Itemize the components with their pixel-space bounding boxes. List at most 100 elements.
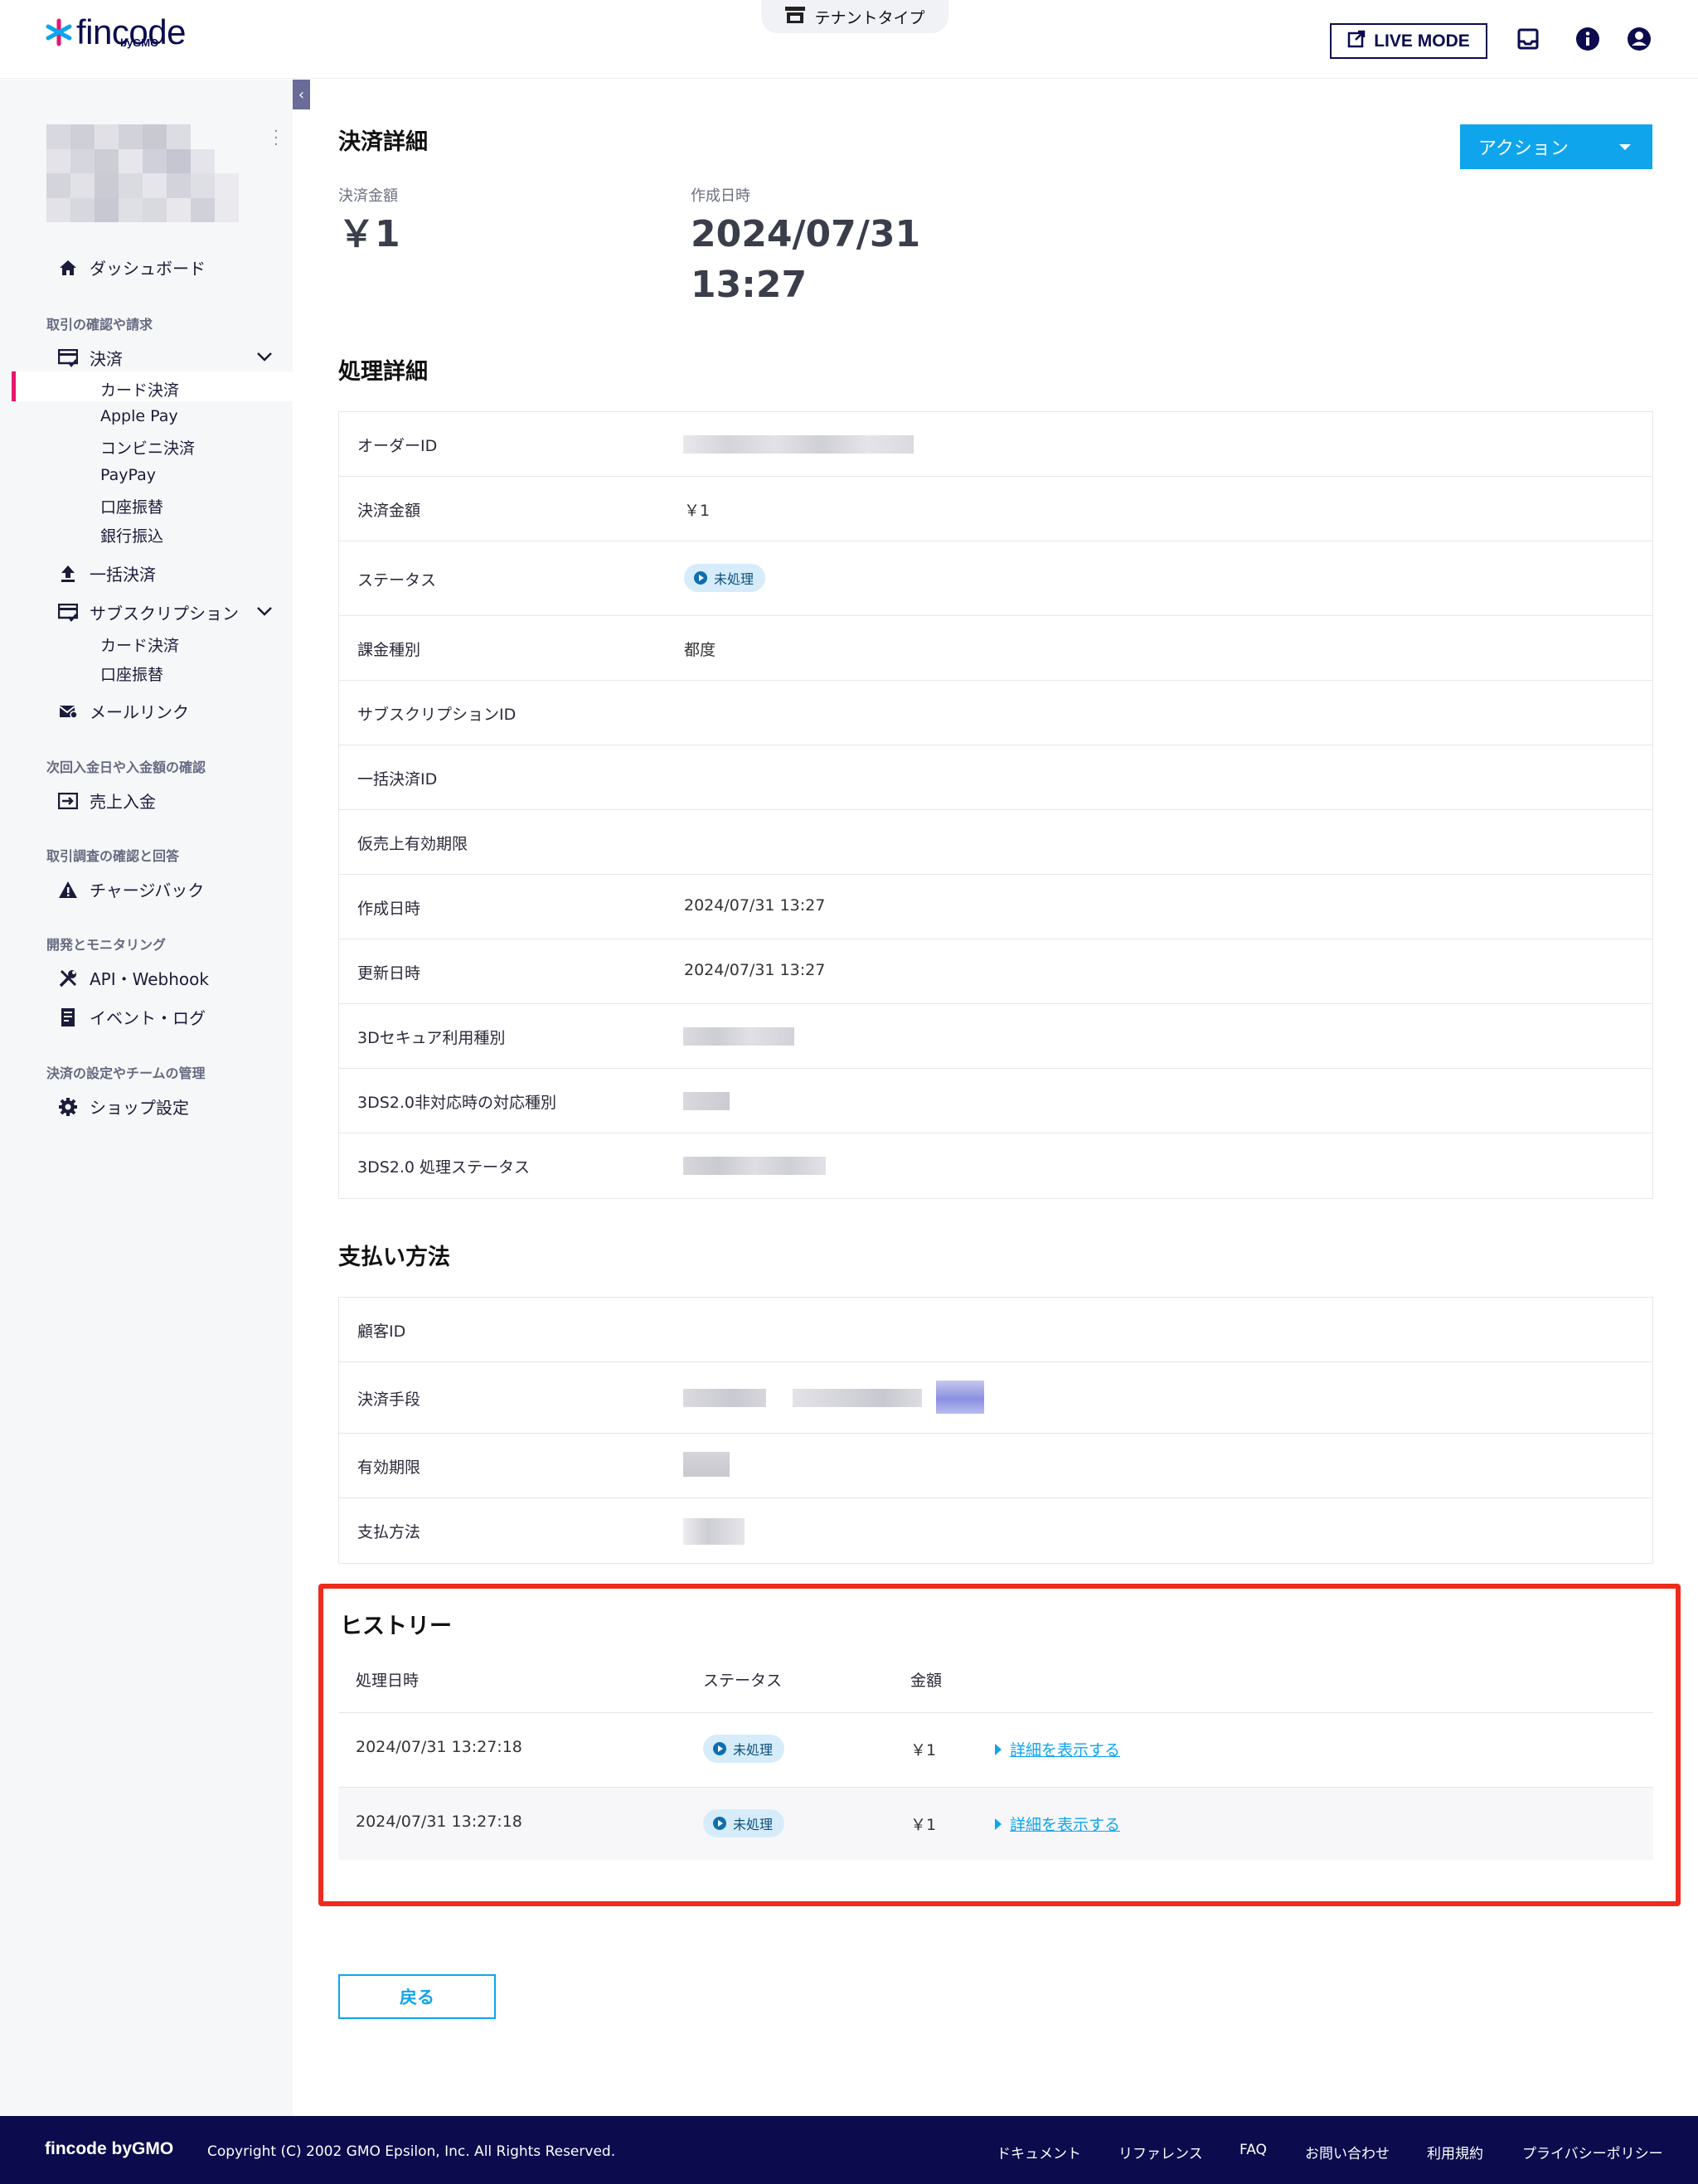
created-time: 13:27 xyxy=(691,264,808,306)
history-amount: ￥1 xyxy=(910,1816,937,1834)
sidebar-item-shop-settings[interactable]: ショップ設定 xyxy=(58,1094,189,1119)
table-row: 2024/07/31 13:27:18 未処理 ￥1 詳細を表示する xyxy=(338,1787,1653,1860)
table-row: オーダーID xyxy=(339,412,1652,477)
sidebar-collapse-button[interactable]: ‹ xyxy=(293,80,310,109)
tds-fallback-redacted xyxy=(683,1092,730,1110)
row-key: 決済手段 xyxy=(357,1390,421,1409)
sidebar-item-chargeback[interactable]: チャージバック xyxy=(58,877,204,901)
row-key: 更新日時 xyxy=(357,964,421,983)
show-detail-link[interactable]: 詳細を表示する xyxy=(995,1813,1120,1835)
processing-table: オーダーID 決済金額 ￥1 ステータス 未処理 課金種別 都度 サブスクリプシ… xyxy=(338,411,1653,1199)
card-number-redacted xyxy=(683,1389,766,1407)
row-value: 2024/07/31 13:27 xyxy=(684,961,826,979)
sidebar-item-api-webhook[interactable]: API・Webhook xyxy=(58,966,209,990)
sidebar-item-subscription[interactable]: サブスクリプション xyxy=(58,600,239,624)
external-link-icon xyxy=(1347,30,1366,53)
store-icon xyxy=(784,6,806,28)
sidebar-item-mail-link[interactable]: メールリンク xyxy=(58,699,189,723)
table-row: ステータス 未処理 xyxy=(339,541,1652,616)
expiry-redacted xyxy=(683,1452,730,1477)
sidebar-item-sales-deposit[interactable]: 売上入金 xyxy=(58,789,156,813)
mail-icon xyxy=(58,701,78,721)
history-col-date: 処理日時 xyxy=(356,1672,420,1690)
row-key: ステータス xyxy=(357,571,437,590)
footer-link-privacy[interactable]: プライバシーポリシー xyxy=(1522,2142,1663,2162)
sidebar-item-dashboard[interactable]: ダッシュボード xyxy=(58,255,206,279)
row-value: 都度 xyxy=(684,641,716,659)
show-detail-label: 詳細を表示する xyxy=(1010,1741,1121,1759)
active-item-marker xyxy=(12,371,16,401)
table-row: サブスクリプションID xyxy=(339,681,1652,745)
row-key: 3Dセキュア利用種別 xyxy=(357,1029,506,1047)
table-row: 決済金額 ￥1 xyxy=(339,477,1652,541)
sidebar-item-convenience[interactable]: コンビニ決済 xyxy=(100,436,195,459)
footer-link-docs[interactable]: ドキュメント xyxy=(997,2142,1081,2162)
method-redacted xyxy=(683,1518,745,1545)
sidebar-section-dispute: 取引調査の確認と回答 xyxy=(46,848,180,864)
footer-link-reference[interactable]: リファレンス xyxy=(1118,2142,1203,2162)
action-dropdown-button[interactable]: アクション xyxy=(1460,124,1652,169)
show-detail-link[interactable]: 詳細を表示する xyxy=(995,1738,1120,1760)
history-col-amount: 金額 xyxy=(910,1672,943,1690)
tds-status-redacted xyxy=(683,1157,826,1175)
chevron-down-icon[interactable] xyxy=(255,602,274,620)
show-detail-label: 詳細を表示する xyxy=(1010,1816,1121,1834)
order-id-redacted xyxy=(683,435,914,454)
status-text: 未処理 xyxy=(733,1742,774,1758)
sidebar-item-payments[interactable]: 決済 xyxy=(58,346,123,370)
payment-icon xyxy=(58,348,78,368)
upload-icon xyxy=(58,564,78,584)
sidebar-item-event-log[interactable]: イベント・ログ xyxy=(58,1005,206,1029)
sidebar-item-paypay[interactable]: PayPay xyxy=(100,466,156,484)
history-col-status: ステータス xyxy=(703,1672,783,1690)
tenant-type-pill[interactable]: テナントタイプ xyxy=(761,0,948,33)
amount-value: ￥1 xyxy=(338,213,400,255)
row-value: ￥1 xyxy=(684,502,711,520)
sidebar-item-bank-transfer[interactable]: 銀行振込 xyxy=(100,524,163,546)
live-mode-button[interactable]: LIVE MODE xyxy=(1330,23,1487,59)
sidebar-item-label: チャージバック xyxy=(90,881,205,900)
status-badge: 未処理 xyxy=(703,1735,785,1763)
sidebar-item-apple-pay[interactable]: Apple Pay xyxy=(100,407,178,425)
shop-menu-kebab-icon[interactable]: · · · xyxy=(274,124,279,153)
chevron-down-icon[interactable] xyxy=(255,347,274,366)
payment-method-table: 顧客ID 決済手段 有効期限 支払方法 xyxy=(338,1297,1653,1564)
sidebar-section-transactions: 取引の確認や請求 xyxy=(46,317,153,332)
logo-mark-icon xyxy=(45,18,73,46)
table-row: 支払方法 xyxy=(339,1498,1652,1563)
sidebar-item-bulk[interactable]: 一括決済 xyxy=(58,561,156,585)
info-icon[interactable] xyxy=(1574,25,1602,53)
sidebar-item-card-payment[interactable]: カード決済 xyxy=(100,378,179,400)
sidebar-item-sub-card[interactable]: カード決済 xyxy=(100,633,179,656)
created-date: 2024/07/31 xyxy=(691,213,921,255)
row-value: 2024/07/31 13:27 xyxy=(684,896,826,915)
processing-title: 処理詳細 xyxy=(338,359,428,385)
sidebar-item-sub-account-transfer[interactable]: 口座振替 xyxy=(100,662,163,685)
status-text: 未処理 xyxy=(733,1817,774,1832)
logo-sub: byGMO xyxy=(120,36,159,49)
status-badge: 未処理 xyxy=(703,1809,785,1837)
triangle-right-icon xyxy=(995,1743,1002,1755)
footer-link-faq[interactable]: FAQ xyxy=(1240,2142,1267,2158)
play-circle-icon xyxy=(694,571,707,585)
account-icon[interactable] xyxy=(1625,25,1653,53)
caret-down-icon xyxy=(1619,144,1631,150)
footer: fincode byGMO Copyright (C) 2002 GMO Eps… xyxy=(0,2116,1698,2184)
inbox-icon[interactable] xyxy=(1514,25,1542,53)
sidebar-item-label: 売上入金 xyxy=(90,792,156,812)
row-key: 決済金額 xyxy=(357,502,421,520)
row-key: 顧客ID xyxy=(357,1323,406,1341)
sidebar-item-account-transfer[interactable]: 口座振替 xyxy=(100,495,163,517)
live-mode-label: LIVE MODE xyxy=(1374,31,1470,51)
row-key: オーダーID xyxy=(357,437,438,455)
log-icon xyxy=(58,1007,78,1027)
footer-link-contact[interactable]: お問い合わせ xyxy=(1305,2142,1390,2162)
sidebar-section-deposit: 次回入金日や入金額の確認 xyxy=(46,760,206,775)
row-key: 3DS2.0 処理ステータス xyxy=(357,1158,531,1177)
payment-method-title: 支払い方法 xyxy=(338,1245,450,1270)
status-badge: 未処理 xyxy=(684,564,766,592)
back-button[interactable]: 戻る xyxy=(338,1974,496,2019)
fincode-logo[interactable]: fincode xyxy=(45,15,186,50)
row-key: 作成日時 xyxy=(357,900,421,918)
footer-link-terms[interactable]: 利用規約 xyxy=(1427,2142,1483,2162)
